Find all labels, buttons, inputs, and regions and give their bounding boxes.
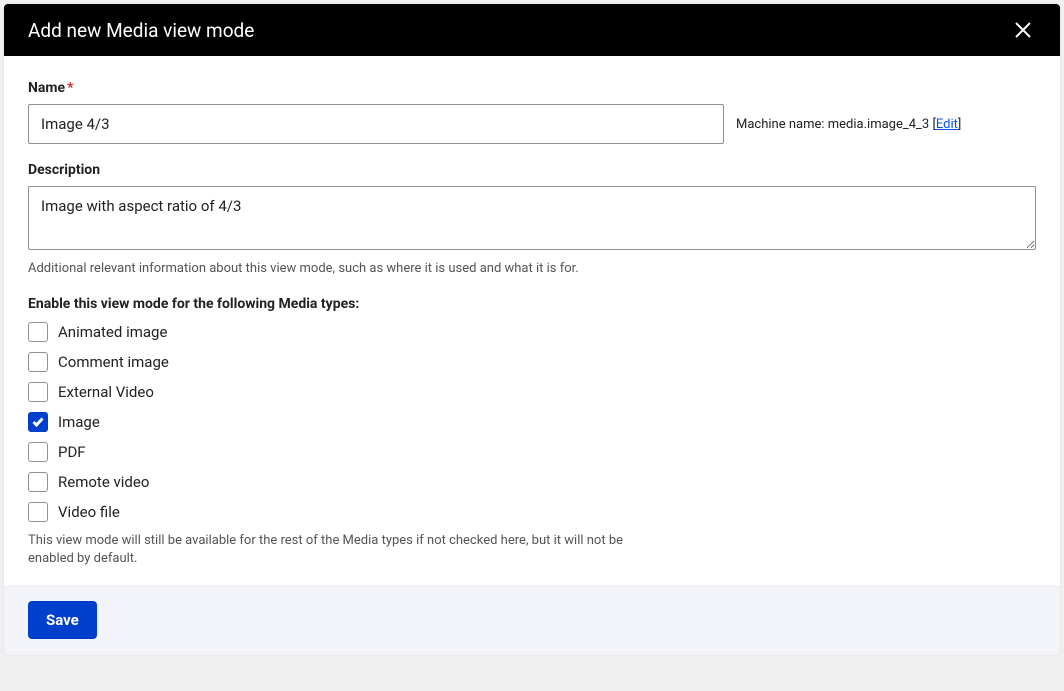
name-field-group: Name* Machine name: media.image_4_3 [Edi…: [28, 80, 1036, 144]
checkbox[interactable]: [28, 382, 48, 402]
machine-bracket-close: ]: [958, 117, 961, 132]
check-icon: [32, 417, 44, 427]
checkbox[interactable]: [28, 352, 48, 372]
checkbox[interactable]: [28, 502, 48, 522]
checkbox-label: Animated image: [58, 323, 167, 341]
checkbox-label: Comment image: [58, 353, 169, 371]
close-icon: [1014, 21, 1032, 39]
machine-bracket-open: [: [929, 117, 936, 132]
checkbox[interactable]: [28, 412, 48, 432]
media-types-helper: This view mode will still be available f…: [28, 532, 653, 568]
name-input[interactable]: [28, 104, 724, 144]
checkbox-label: PDF: [58, 443, 86, 461]
checkbox-label: External Video: [58, 383, 154, 401]
checkbox-item[interactable]: External Video: [28, 382, 1036, 402]
checkbox[interactable]: [28, 472, 48, 492]
checkbox-item[interactable]: PDF: [28, 442, 1036, 462]
machine-name-edit-link[interactable]: Edit: [936, 117, 958, 132]
checkbox-label: Video file: [58, 503, 120, 521]
checkbox-item[interactable]: Image: [28, 412, 1036, 432]
save-button[interactable]: Save: [28, 601, 97, 639]
checkbox-item[interactable]: Comment image: [28, 352, 1036, 372]
dialog-header: Add new Media view mode: [4, 4, 1060, 56]
machine-name-value: media.image_4_3: [828, 117, 929, 132]
checkbox-list: Animated image Comment image External Vide…: [28, 322, 1036, 522]
media-types-label: Enable this view mode for the following …: [28, 296, 1036, 312]
name-label: Name*: [28, 80, 1036, 96]
dialog-footer: Save: [4, 585, 1060, 655]
description-helper: Additional relevant information about th…: [28, 260, 1036, 278]
dialog-title: Add new Media view mode: [28, 19, 254, 42]
machine-name-label: Machine name:: [736, 117, 828, 132]
required-mark: *: [67, 80, 73, 96]
description-label: Description: [28, 162, 1036, 178]
checkbox-label: Image: [58, 413, 100, 431]
media-types-fieldset: Enable this view mode for the following …: [28, 296, 1036, 568]
dialog: Add new Media view mode Name* Machine na…: [4, 4, 1060, 655]
checkbox-item[interactable]: Video file: [28, 502, 1036, 522]
close-button[interactable]: [1010, 17, 1036, 43]
checkbox-item[interactable]: Remote video: [28, 472, 1036, 492]
checkbox-label: Remote video: [58, 473, 149, 491]
checkbox-item[interactable]: Animated image: [28, 322, 1036, 342]
name-row: Machine name: media.image_4_3 [Edit]: [28, 104, 1036, 144]
checkbox[interactable]: [28, 322, 48, 342]
description-field-group: Description Additional relevant informat…: [28, 162, 1036, 278]
checkbox[interactable]: [28, 442, 48, 462]
dialog-body: Name* Machine name: media.image_4_3 [Edi…: [4, 56, 1060, 585]
name-label-text: Name: [28, 80, 65, 96]
description-input[interactable]: [28, 186, 1036, 250]
machine-name: Machine name: media.image_4_3 [Edit]: [736, 117, 961, 132]
